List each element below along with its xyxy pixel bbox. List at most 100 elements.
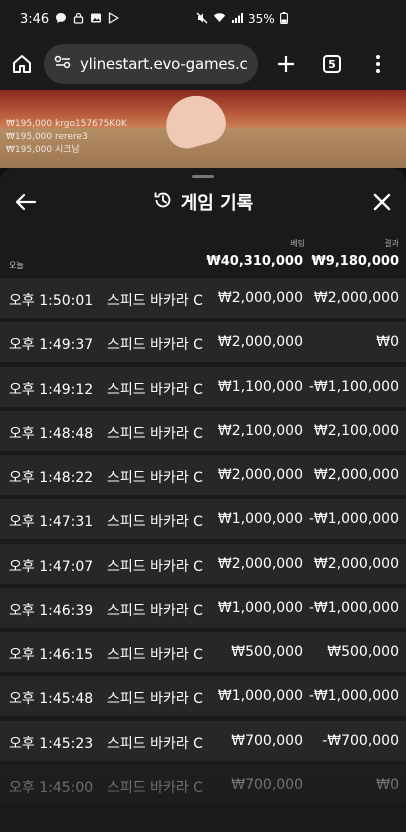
- row-time: 오후 1:46:39: [9, 602, 94, 619]
- status-time: 3:46: [20, 11, 50, 27]
- back-button[interactable]: [12, 188, 40, 216]
- history-list: 오후 1:50:01 스피드 바카라 C ₩2,000,000 ₩2,000,0…: [0, 278, 406, 809]
- row-time: 오후 1:48:22: [9, 470, 94, 487]
- tab-switcher-button[interactable]: 5: [314, 46, 350, 82]
- row-bet: ₩2,000,000: [217, 555, 303, 572]
- signal-icon: [231, 12, 243, 26]
- wifi-icon: [213, 12, 226, 26]
- more-vertical-icon: [376, 55, 380, 73]
- tab-count: 5: [323, 55, 341, 73]
- row-game: 스피드 바카라 C: [107, 337, 203, 354]
- plus-icon: [278, 56, 294, 72]
- lock-icon: [73, 12, 84, 27]
- recent-bet: ₩195,000 krgo157675K0K: [6, 119, 127, 129]
- panel-title: 게임 기록: [180, 193, 254, 214]
- mute-icon: [196, 12, 208, 27]
- date-label: 오늘: [9, 261, 24, 270]
- history-row[interactable]: 오후 1:49:12 스피드 바카라 C ₩1,100,000 -₩1,100,…: [0, 366, 406, 407]
- row-game: 스피드 바카라 C: [107, 735, 203, 752]
- browser-menu-button[interactable]: [360, 46, 396, 82]
- status-bar: 3:46 35%: [0, 0, 406, 38]
- row-time: 오후 1:46:15: [9, 647, 94, 664]
- row-bet: ₩2,000,000: [217, 334, 303, 351]
- history-row[interactable]: 오후 1:49:37 스피드 바카라 C ₩2,000,000 ₩0: [0, 322, 406, 363]
- live-video: ₩195,000 krgo157675K0K ₩195,000 rerere3 …: [0, 90, 406, 168]
- row-bet: ₩700,000: [231, 776, 303, 793]
- close-button[interactable]: [368, 188, 396, 216]
- row-bet: ₩2,000,000: [217, 290, 303, 306]
- recent-bet: ₩195,000 시크남: [6, 145, 80, 155]
- row-time: 오후 1:47:07: [9, 558, 94, 575]
- total-bet: ₩40,310,000: [206, 254, 303, 269]
- row-game: 스피드 바카라 C: [107, 691, 203, 708]
- row-bet: ₩700,000: [231, 732, 303, 749]
- history-row[interactable]: 오후 1:48:22 스피드 바카라 C ₩2,000,000 ₩2,000,0…: [0, 455, 406, 496]
- row-result: ₩2,100,000: [313, 422, 399, 439]
- history-row[interactable]: 오후 1:46:39 스피드 바카라 C ₩1,000,000 -₩1,000,…: [0, 587, 406, 628]
- history-row[interactable]: 오후 1:45:23 스피드 바카라 C ₩700,000 -₩700,000: [0, 720, 406, 761]
- history-row[interactable]: 오후 1:50:01 스피드 바카라 C ₩2,000,000 ₩2,000,0…: [0, 278, 406, 318]
- row-result: ₩0: [376, 334, 399, 351]
- column-header-bet: 베팅: [290, 239, 305, 248]
- row-time: 오후 1:45:23: [9, 735, 94, 752]
- row-bet: ₩1,100,000: [217, 378, 303, 395]
- history-row[interactable]: 오후 1:46:15 스피드 바카라 C ₩500,000 ₩500,000: [0, 632, 406, 673]
- close-icon: [373, 193, 391, 211]
- game-history-panel: 게임 기록 베팅 결과 오늘 ₩40,310,000 ₩9,180,000 오후…: [0, 168, 406, 832]
- home-icon: [13, 55, 31, 73]
- row-result: -₩1,100,000: [308, 378, 399, 395]
- new-tab-button[interactable]: [268, 46, 304, 82]
- row-bet: ₩1,000,000: [217, 688, 303, 705]
- row-result: ₩2,000,000: [313, 555, 399, 572]
- row-time: 오후 1:48:48: [9, 425, 94, 442]
- row-game: 스피드 바카라 C: [107, 293, 203, 309]
- row-result: ₩2,000,000: [313, 467, 399, 484]
- arrow-left-icon: [15, 193, 37, 211]
- row-game: 스피드 바카라 C: [107, 470, 203, 487]
- row-game: 스피드 바카라 C: [107, 558, 203, 575]
- row-bet: ₩2,000,000: [217, 467, 303, 484]
- url-text[interactable]: ylinestart.evo-games.com: [80, 55, 248, 73]
- history-icon: [153, 190, 173, 215]
- total-result: ₩9,180,000: [311, 254, 399, 269]
- history-row[interactable]: 오후 1:47:07 스피드 바카라 C ₩2,000,000 ₩2,000,0…: [0, 543, 406, 584]
- row-bet: ₩1,000,000: [217, 511, 303, 528]
- row-result: ₩2,000,000: [313, 290, 399, 306]
- browser-toolbar: ylinestart.evo-games.com 5: [0, 38, 406, 90]
- column-header-result: 결과: [384, 239, 399, 248]
- battery-icon: [279, 11, 288, 27]
- row-time: 오후 1:45:00: [9, 779, 94, 796]
- address-bar[interactable]: ylinestart.evo-games.com: [44, 44, 258, 84]
- history-row[interactable]: 오후 1:45:00 스피드 바카라 C ₩700,000 ₩0: [0, 764, 406, 805]
- row-time: 오후 1:50:01: [9, 293, 94, 309]
- row-bet: ₩2,100,000: [217, 422, 303, 439]
- row-game: 스피드 바카라 C: [107, 514, 203, 531]
- battery-level: 35%: [248, 12, 275, 26]
- row-game: 스피드 바카라 C: [107, 647, 203, 664]
- row-time: 오후 1:47:31: [9, 514, 94, 531]
- history-row[interactable]: 오후 1:48:48 스피드 바카라 C ₩2,100,000 ₩2,100,0…: [0, 410, 406, 451]
- summary-header: 베팅 결과 오늘 ₩40,310,000 ₩9,180,000: [0, 226, 406, 282]
- row-result: ₩0: [376, 776, 399, 793]
- home-button[interactable]: [10, 52, 34, 76]
- row-game: 스피드 바카라 C: [107, 425, 203, 442]
- row-time: 오후 1:49:12: [9, 381, 94, 398]
- play-store-icon: [108, 11, 119, 27]
- row-result: ₩500,000: [327, 644, 399, 661]
- panel-header: 게임 기록: [0, 178, 406, 226]
- row-game: 스피드 바카라 C: [107, 381, 203, 398]
- row-result: -₩1,000,000: [308, 511, 399, 528]
- history-row[interactable]: 오후 1:45:48 스피드 바카라 C ₩1,000,000 -₩1,000,…: [0, 676, 406, 717]
- row-bet: ₩500,000: [231, 644, 303, 661]
- chat-bubble-icon: [55, 12, 67, 27]
- row-time: 오후 1:45:48: [9, 691, 94, 708]
- row-bet: ₩1,000,000: [217, 599, 303, 616]
- recent-bet: ₩195,000 rerere3: [6, 132, 88, 142]
- row-result: -₩700,000: [322, 732, 399, 749]
- history-row[interactable]: 오후 1:47:31 스피드 바카라 C ₩1,000,000 -₩1,000,…: [0, 499, 406, 540]
- row-game: 스피드 바카라 C: [107, 602, 203, 619]
- recent-bets: ₩195,000 krgo157675K0K ₩195,000 rerere3 …: [6, 118, 127, 157]
- row-result: -₩1,000,000: [308, 688, 399, 705]
- site-info-icon[interactable]: [54, 54, 72, 74]
- image-icon: [90, 12, 102, 27]
